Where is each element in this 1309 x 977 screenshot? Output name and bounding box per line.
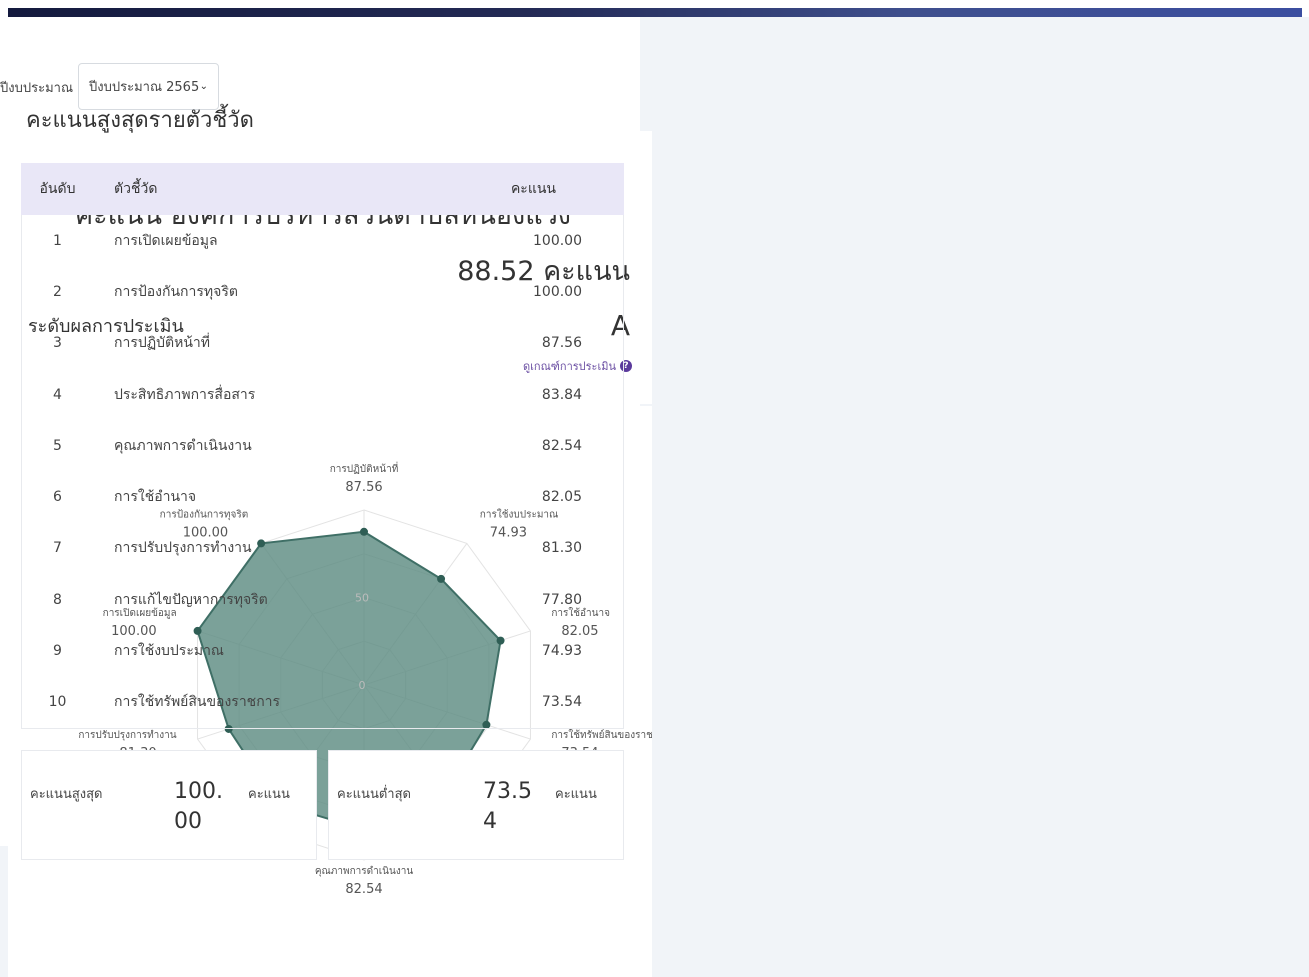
ranking-row: 1 การเปิดเผยข้อมูล 100.00 bbox=[21, 215, 624, 266]
row-score: 82.05 bbox=[541, 489, 582, 506]
ranking-card: คะแนนสูงสุดรายตัวชี้วัด อันดับ ตัวชี้วัด… bbox=[0, 0, 640, 860]
row-score: 77.80 bbox=[541, 591, 582, 608]
row-rank: 2 bbox=[53, 283, 62, 300]
ranking-row: 7 การปรับปรุงการทำงาน 81.30 bbox=[21, 523, 624, 574]
row-indicator: การปฏิบัติหน้าที่ bbox=[114, 335, 211, 352]
highest-score-label: คะแนนสูงสุด bbox=[30, 787, 103, 802]
ranking-row: 10 การใช้ทรัพย์สินของราชการ 73.54 bbox=[21, 677, 624, 728]
header-gradient bbox=[8, 8, 1302, 17]
highest-score-value: 100.00 bbox=[174, 779, 223, 834]
lowest-score-unit: คะแนน bbox=[555, 787, 597, 802]
ranking-row: 2 การป้องกันการทุจริต 100.00 bbox=[21, 266, 624, 317]
row-score: 74.93 bbox=[541, 643, 582, 660]
row-rank: 7 bbox=[53, 540, 62, 557]
row-indicator: การใช้ทรัพย์สินของราชการ bbox=[114, 694, 281, 711]
ranking-row: 8 การแก้ไขปัญหาการทุจริต 77.80 bbox=[21, 574, 624, 625]
row-score: 100.00 bbox=[533, 232, 582, 249]
row-score: 100.00 bbox=[533, 283, 582, 300]
ranking-table: อันดับ ตัวชี้วัด คะแนน 1 การเปิดเผยข้อมูล… bbox=[21, 163, 624, 728]
lowest-score-value: 73.54 bbox=[483, 779, 532, 834]
chevron-down-icon: ⌄ bbox=[199, 81, 208, 92]
radar-axis-label: การใช้ทรัพย์สินของราชการ bbox=[551, 729, 652, 741]
row-indicator: การป้องกันการทุจริต bbox=[114, 283, 238, 300]
row-indicator: การใช้อำนาจ bbox=[114, 489, 197, 506]
lowest-score-box: คะแนนต่ำสุด 73.54 คะแนน bbox=[328, 750, 624, 860]
row-rank: 8 bbox=[53, 591, 62, 608]
ranking-title: คะแนนสูงสุดรายตัวชี้วัด bbox=[26, 108, 254, 133]
row-rank: 1 bbox=[53, 232, 62, 249]
row-indicator: การเปิดเผยข้อมูล bbox=[114, 232, 218, 249]
radar-axis-label: คุณภาพการดำเนินงาน bbox=[315, 866, 414, 877]
ranking-header-row: อันดับ ตัวชี้วัด คะแนน bbox=[21, 163, 624, 215]
row-indicator: การปรับปรุงการทำงาน bbox=[114, 540, 252, 557]
ranking-row: 6 การใช้อำนาจ 82.05 bbox=[21, 471, 624, 522]
row-rank: 3 bbox=[53, 335, 62, 352]
row-indicator: การใช้งบประมาณ bbox=[114, 643, 224, 660]
row-score: 83.84 bbox=[541, 386, 582, 403]
header-indicator: ตัวชี้วัด bbox=[94, 163, 424, 215]
row-score: 73.54 bbox=[541, 694, 582, 711]
ranking-row: 9 การใช้งบประมาณ 74.93 bbox=[21, 625, 624, 676]
row-indicator: คุณภาพการดำเนินงาน bbox=[114, 437, 252, 454]
ranking-row: 3 การปฏิบัติหน้าที่ 87.56 bbox=[21, 318, 624, 369]
radar-value-label: 82.54 bbox=[345, 882, 382, 897]
row-rank: 6 bbox=[53, 489, 62, 506]
fiscal-year-label: ปีงบประมาณ bbox=[0, 81, 73, 96]
ranking-row: 4 ประสิทธิภาพการสื่อสาร 83.84 bbox=[21, 369, 624, 420]
ranking-row: 5 คุณภาพการดำเนินงาน 82.54 bbox=[21, 420, 624, 471]
header-rank: อันดับ bbox=[21, 163, 94, 215]
header-score: คะแนน bbox=[423, 163, 624, 215]
highest-score-box: คะแนนสูงสุด 100.00 คะแนน bbox=[21, 750, 317, 860]
highest-score-unit: คะแนน bbox=[248, 787, 290, 802]
row-indicator: ประสิทธิภาพการสื่อสาร bbox=[114, 386, 256, 403]
row-score: 81.30 bbox=[541, 540, 582, 557]
row-rank: 5 bbox=[53, 437, 62, 454]
top-header-bar bbox=[0, 0, 1309, 17]
radar-axis-label: การปรับปรุงการทำงาน bbox=[78, 730, 176, 741]
row-rank: 9 bbox=[53, 643, 62, 660]
row-indicator: การแก้ไขปัญหาการทุจริต bbox=[114, 591, 268, 608]
fiscal-year-selected: ปีงบประมาณ 2565 bbox=[89, 80, 200, 95]
row-score: 87.56 bbox=[541, 335, 582, 352]
lowest-score-label: คะแนนต่ำสุด bbox=[337, 787, 411, 802]
row-rank: 4 bbox=[53, 386, 62, 403]
row-score: 82.54 bbox=[541, 437, 582, 454]
row-rank: 10 bbox=[48, 694, 67, 711]
